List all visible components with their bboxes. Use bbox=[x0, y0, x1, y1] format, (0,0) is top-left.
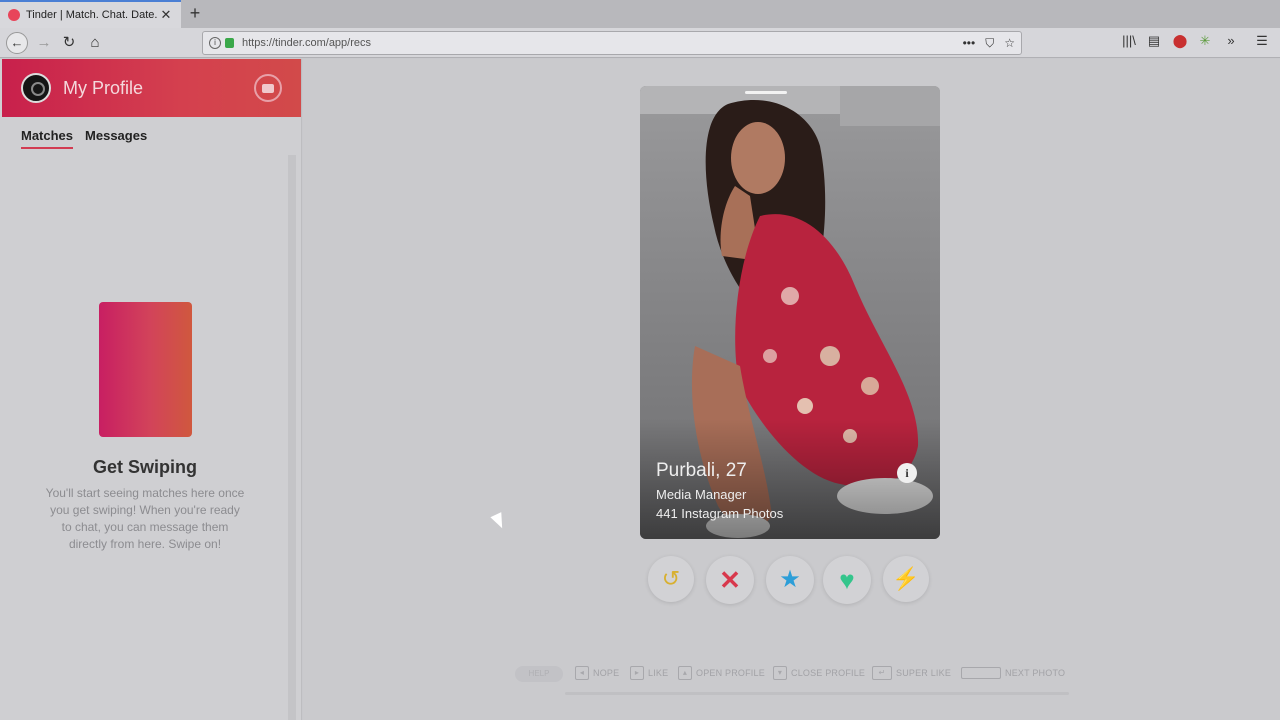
adblock-icon[interactable]: ⬤ bbox=[1171, 33, 1189, 49]
help-item-super-like: ↵ SUPER LIKE bbox=[872, 662, 951, 684]
tab-strip: Tinder | Match. Chat. Date. ✕ + bbox=[0, 0, 1280, 28]
page-actions-icon[interactable]: ••• bbox=[963, 36, 976, 50]
keyboard-help: HELP ◂ NOPE ▸ LIKE ▴ OPEN PROFILE ▾ CLOS… bbox=[515, 662, 1075, 684]
menu-icon[interactable]: ☰ bbox=[1253, 33, 1271, 49]
help-item-like: ▸ LIKE bbox=[630, 662, 668, 684]
down-arrow-key-icon: ▾ bbox=[773, 666, 787, 680]
navigation-bar: ← → ↻ ⌂ i https://tinder.com/app/recs ••… bbox=[0, 28, 1280, 58]
profile-card[interactable]: Purbali, 27 Media Manager 441 Instagram … bbox=[640, 86, 940, 539]
tab-matches[interactable]: Matches bbox=[21, 128, 74, 149]
help-label: NEXT PHOTO bbox=[1005, 668, 1066, 678]
sidebar-scrollbar[interactable] bbox=[288, 155, 296, 720]
empty-state-description: You'll start seeing matches here once yo… bbox=[45, 486, 245, 551]
close-tab-icon[interactable]: ✕ bbox=[159, 7, 173, 23]
browser-tab[interactable]: Tinder | Match. Chat. Date. ✕ bbox=[0, 0, 181, 28]
sidebar-tabs: Matches Messages bbox=[21, 128, 147, 149]
left-arrow-key-icon: ◂ bbox=[575, 666, 589, 680]
rewind-button[interactable]: ↺ bbox=[648, 556, 694, 602]
pocket-icon[interactable]: ⛉ bbox=[985, 36, 994, 51]
profile-name-age: Purbali, 27 bbox=[656, 460, 747, 481]
nope-button[interactable]: ✕ bbox=[706, 556, 754, 604]
help-item-open-profile: ▴ OPEN PROFILE bbox=[678, 662, 765, 684]
briefcase-icon[interactable] bbox=[254, 74, 282, 102]
profile-title[interactable]: My Profile bbox=[63, 78, 143, 99]
photo-indicator bbox=[745, 91, 787, 94]
help-item-close-profile: ▾ CLOSE PROFILE bbox=[773, 662, 865, 684]
help-label: NOPE bbox=[593, 668, 620, 678]
sidebar-icon[interactable]: ▤ bbox=[1145, 33, 1163, 49]
help-label: CLOSE PROFILE bbox=[791, 668, 866, 678]
forward-icon[interactable]: → bbox=[33, 32, 55, 54]
up-arrow-key-icon: ▴ bbox=[678, 666, 692, 680]
help-item-nope: ◂ NOPE bbox=[575, 662, 619, 684]
tab-title: Tinder | Match. Chat. Date. bbox=[26, 9, 158, 21]
recs-area: Purbali, 27 Media Manager 441 Instagram … bbox=[303, 59, 1280, 720]
enter-key-icon: ↵ bbox=[872, 666, 892, 680]
info-icon[interactable]: i bbox=[897, 463, 917, 483]
extension-icon[interactable]: ✳ bbox=[1196, 33, 1214, 49]
profile-job: Media Manager bbox=[656, 487, 747, 502]
help-pill[interactable]: HELP bbox=[515, 666, 563, 682]
bookmark-star-icon[interactable]: ☆ bbox=[1004, 36, 1015, 50]
like-button[interactable]: ♥ bbox=[823, 556, 871, 604]
profile-instagram: 441 Instagram Photos bbox=[656, 506, 784, 521]
screen: Tinder | Match. Chat. Date. ✕ + ← → ↻ ⌂ … bbox=[0, 0, 1280, 720]
back-icon[interactable]: ← bbox=[6, 32, 28, 54]
url-text[interactable]: https://tinder.com/app/recs bbox=[242, 37, 953, 49]
boost-button[interactable]: ⚡ bbox=[883, 556, 929, 602]
tab-messages[interactable]: Messages bbox=[85, 128, 147, 149]
home-icon[interactable]: ⌂ bbox=[84, 32, 106, 54]
overflow-icon[interactable]: » bbox=[1222, 33, 1240, 48]
help-item-next-photo: NEXT PHOTO bbox=[961, 662, 1065, 684]
right-arrow-key-icon: ▸ bbox=[630, 666, 644, 680]
help-label: OPEN PROFILE bbox=[696, 668, 765, 678]
action-buttons: ↺ ✕ ★ ♥ ⚡ bbox=[648, 556, 938, 606]
library-icon[interactable]: |||\ bbox=[1120, 33, 1138, 48]
sidebar: My Profile Matches Messages Get Swiping … bbox=[0, 59, 302, 720]
help-label: LIKE bbox=[648, 668, 669, 678]
profile-header[interactable]: My Profile bbox=[2, 59, 301, 117]
empty-state-card-illustration bbox=[99, 302, 192, 437]
address-bar[interactable]: i https://tinder.com/app/recs ••• ⛉ ☆ bbox=[202, 31, 1022, 55]
reload-icon[interactable]: ↻ bbox=[58, 32, 80, 54]
new-tab-button[interactable]: + bbox=[186, 4, 204, 22]
avatar[interactable] bbox=[21, 73, 51, 103]
lock-icon bbox=[225, 38, 234, 48]
empty-state-title: Get Swiping bbox=[92, 457, 197, 477]
tinder-favicon bbox=[8, 9, 20, 21]
help-label: SUPER LIKE bbox=[896, 668, 952, 678]
site-info-icon[interactable]: i bbox=[209, 37, 221, 49]
space-key-icon bbox=[961, 667, 1001, 679]
super-like-button[interactable]: ★ bbox=[766, 556, 814, 604]
help-divider bbox=[565, 692, 1069, 695]
